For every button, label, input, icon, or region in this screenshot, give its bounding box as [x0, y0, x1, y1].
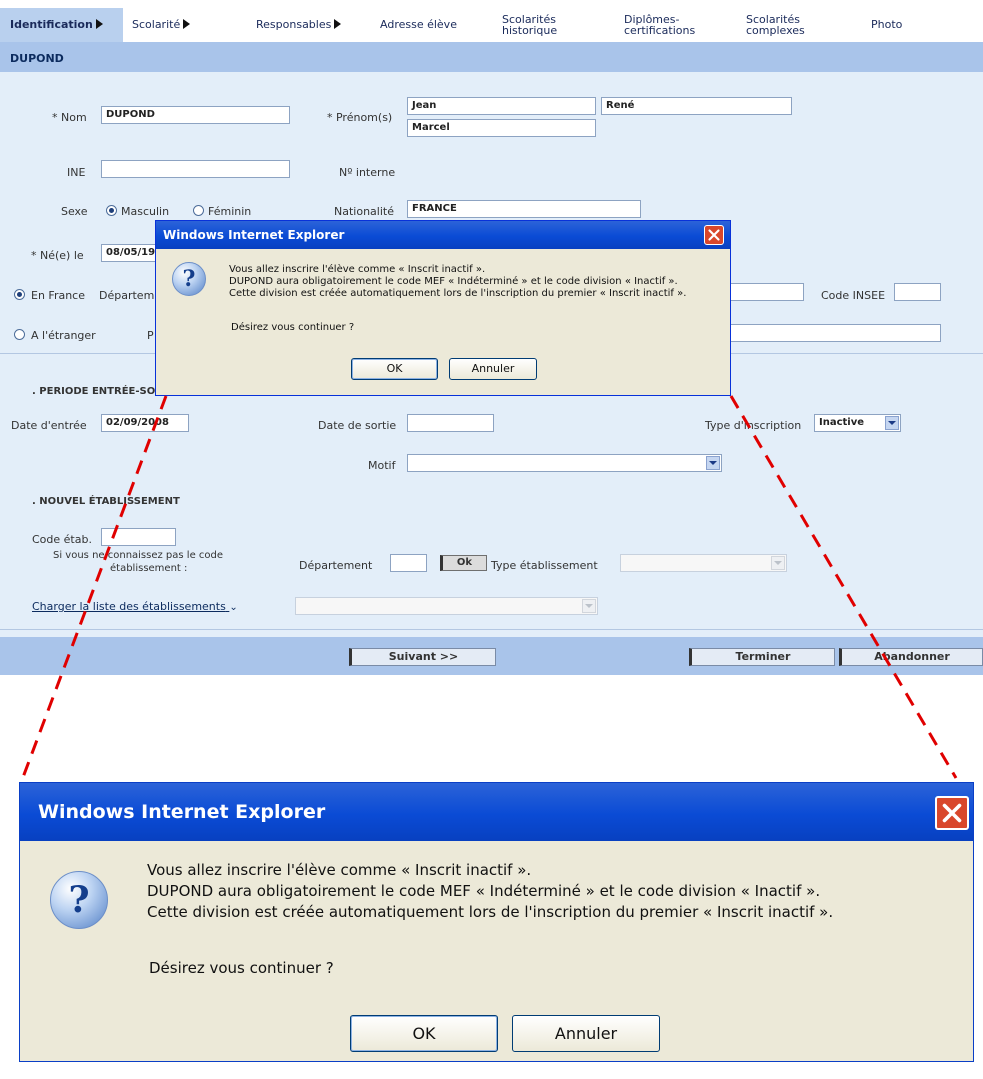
- zoom-line-left: [20, 395, 168, 781]
- dialog-message-line3: Cette division est créée automatiquement…: [147, 903, 834, 921]
- dialog-message-line2: DUPOND aura obligatoirement le code MEF …: [147, 882, 821, 900]
- confirm-dialog-zoomed: Windows Internet Explorer ? Vous allez i…: [19, 782, 974, 1062]
- dialog-ok-button-zoomed[interactable]: OK: [350, 1015, 498, 1052]
- dialog-title-zoomed: Windows Internet Explorer: [38, 801, 326, 823]
- question-icon: ?: [50, 871, 108, 929]
- dialog-titlebar-zoomed: Windows Internet Explorer: [20, 783, 973, 841]
- dialog-message-zoomed: Vous allez inscrire l'élève comme « Insc…: [147, 860, 833, 923]
- dialog-question-zoomed: Désirez vous continuer ?: [149, 959, 334, 977]
- zoom-line-right: [729, 395, 958, 779]
- dialog-message-line1: Vous allez inscrire l'élève comme « Insc…: [147, 861, 532, 879]
- dialog-cancel-button-zoomed[interactable]: Annuler: [512, 1015, 660, 1052]
- close-icon[interactable]: [935, 796, 969, 830]
